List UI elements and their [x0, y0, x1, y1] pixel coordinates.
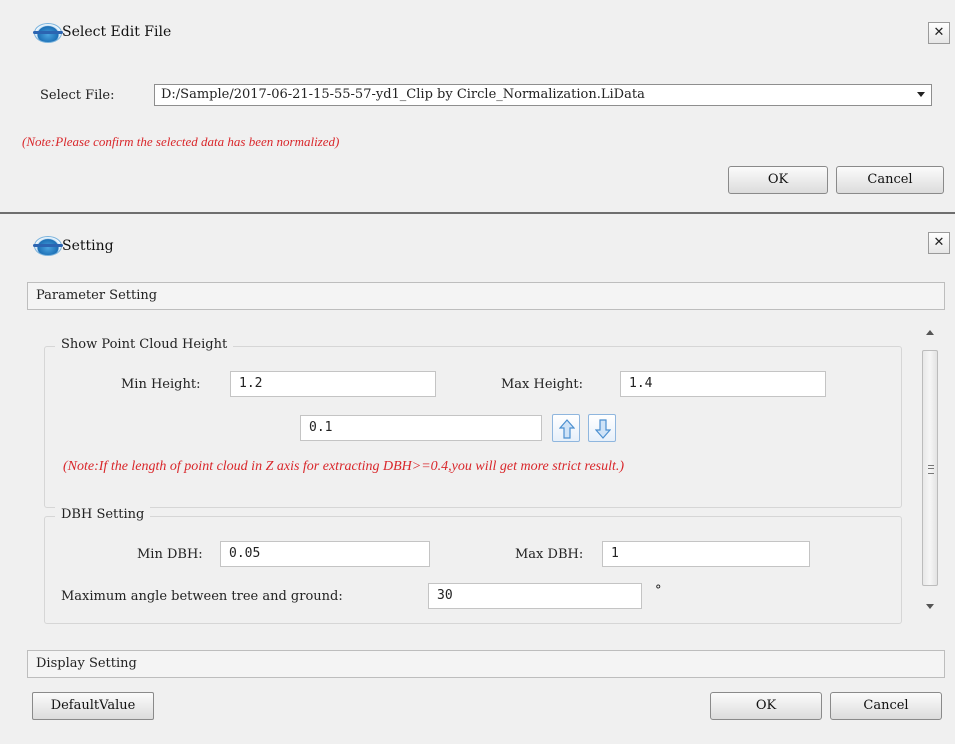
dialog-title: Select Edit File: [62, 24, 172, 40]
degree-unit: °: [655, 583, 662, 598]
dbh-setting-group: DBH Setting Min DBH: 0.05 Max DBH: 1 Max…: [44, 507, 902, 624]
section-title: Display Setting: [36, 656, 137, 671]
min-height-input[interactable]: 1.2: [230, 371, 436, 397]
normalized-note: (Note:Please confirm the selected data h…: [22, 134, 340, 149]
vertical-scrollbar[interactable]: [919, 320, 941, 618]
max-angle-value: 30: [437, 588, 453, 603]
select-file-dropdown[interactable]: D:/Sample/2017-06-21-15-55-57-yd1_Clip b…: [154, 84, 932, 106]
app-logo-icon: [33, 23, 63, 43]
arrow-up-icon: [559, 419, 575, 439]
grip-icon: [928, 465, 934, 474]
ok-button[interactable]: OK: [710, 692, 822, 720]
max-height-input[interactable]: 1.4: [620, 371, 826, 397]
scroll-up-icon[interactable]: [926, 330, 934, 335]
default-value-button[interactable]: DefaultValue: [32, 692, 154, 720]
parameter-setting-section[interactable]: Parameter Setting: [27, 282, 945, 310]
step-value: 0.1: [309, 420, 333, 435]
setting-dialog: Setting ✕ Parameter Setting Show Point C…: [0, 214, 955, 744]
ok-button[interactable]: OK: [728, 166, 828, 194]
close-icon[interactable]: ✕: [928, 22, 950, 44]
chevron-down-icon[interactable]: [917, 92, 925, 97]
select-edit-file-dialog: Select Edit File ✕ Select File: D:/Sampl…: [0, 0, 955, 214]
min-height-label: Min Height:: [121, 377, 201, 392]
min-dbh-input[interactable]: 0.05: [220, 541, 430, 567]
select-file-value: D:/Sample/2017-06-21-15-55-57-yd1_Clip b…: [161, 87, 645, 102]
group-title: DBH Setting: [55, 507, 151, 522]
max-height-label: Max Height:: [501, 377, 584, 392]
cancel-button[interactable]: Cancel: [836, 166, 944, 194]
group-title: Show Point Cloud Height: [55, 337, 234, 352]
step-up-button[interactable]: [552, 414, 580, 442]
select-file-label: Select File:: [40, 88, 115, 103]
scrollbar-thumb[interactable]: [922, 350, 938, 586]
max-dbh-input[interactable]: 1: [602, 541, 810, 567]
max-dbh-value: 1: [611, 546, 619, 561]
max-angle-input[interactable]: 30: [428, 583, 642, 609]
min-dbh-label: Min DBH:: [137, 547, 203, 562]
max-height-value: 1.4: [629, 376, 653, 391]
dialog-title: Setting: [62, 238, 114, 254]
max-dbh-label: Max DBH:: [515, 547, 584, 562]
min-height-value: 1.2: [239, 376, 263, 391]
arrow-down-icon: [595, 419, 611, 439]
scroll-down-icon[interactable]: [926, 604, 934, 609]
point-cloud-height-group: Show Point Cloud Height Min Height: 1.2 …: [44, 337, 902, 508]
min-dbh-value: 0.05: [229, 546, 261, 561]
step-down-button[interactable]: [588, 414, 616, 442]
app-logo-icon: [33, 236, 63, 256]
display-setting-section[interactable]: Display Setting: [27, 650, 945, 678]
close-icon[interactable]: ✕: [928, 232, 950, 254]
section-title: Parameter Setting: [36, 288, 158, 303]
step-input[interactable]: 0.1: [300, 415, 542, 441]
cancel-button[interactable]: Cancel: [830, 692, 942, 720]
dbh-strict-note: (Note:If the length of point cloud in Z …: [63, 459, 625, 474]
max-angle-label: Maximum angle between tree and ground:: [61, 589, 343, 604]
